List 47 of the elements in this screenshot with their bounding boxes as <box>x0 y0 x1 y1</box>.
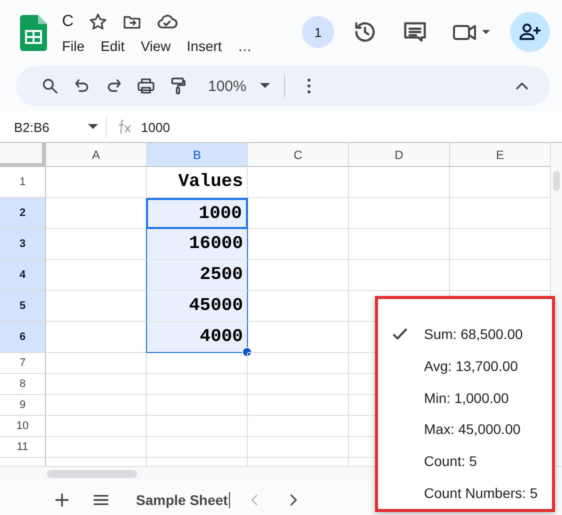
menu-item[interactable]: Count Numbers: 5 <box>424 485 538 502</box>
menu-item[interactable]: Avg: 13,700.00 <box>424 358 518 374</box>
name-box[interactable]: B2:B6 <box>14 120 106 134</box>
row-header[interactable]: 6 <box>0 322 46 353</box>
menu-item[interactable]: … <box>238 37 252 55</box>
menu-item[interactable]: File <box>62 37 85 55</box>
menu-item[interactable]: Sum: 68,500.00 <box>424 326 523 342</box>
fill-handle[interactable] <box>242 347 252 357</box>
table-cell: 1000 <box>146 198 248 229</box>
row-header[interactable]: 5 <box>0 291 46 322</box>
document-title[interactable]: C <box>62 13 74 31</box>
menu-item[interactable]: Edit <box>100 37 125 55</box>
column-header[interactable]: B <box>147 143 248 167</box>
row-header[interactable]: 8 <box>0 374 46 395</box>
row-header[interactable]: 10 <box>0 416 46 437</box>
share-button[interactable] <box>510 12 550 52</box>
column-header[interactable]: D <box>349 143 450 167</box>
table-cell: 45000 <box>146 291 248 322</box>
caret-icon <box>88 124 98 130</box>
table-cell: 2500 <box>146 260 248 291</box>
collaborator-badge[interactable]: 1 <box>302 16 334 48</box>
menu-item[interactable]: Max: 45,000.00 <box>424 421 521 438</box>
sheets-logo-icon[interactable] <box>20 15 47 51</box>
menu-item[interactable]: Min: 1,000.00 <box>424 390 509 406</box>
table-cell: 16000 <box>146 229 248 260</box>
caret-icon <box>260 83 270 89</box>
menu-item[interactable]: Insert <box>186 37 222 55</box>
row-header[interactable]: 1 <box>0 167 46 198</box>
menu-item[interactable]: Count: 5 <box>424 453 477 470</box>
row-header[interactable]: 2 <box>0 198 46 229</box>
formula-input[interactable]: 1000 <box>141 120 170 134</box>
star-icon[interactable] <box>88 12 108 32</box>
zoom-dropdown[interactable]: 100% <box>208 78 270 94</box>
search-icon[interactable] <box>40 76 60 96</box>
column-header[interactable]: A <box>46 143 147 167</box>
vertical-scrollbar[interactable] <box>553 171 560 191</box>
row-header[interactable]: 3 <box>0 229 46 260</box>
print-icon[interactable] <box>136 76 156 96</box>
row-header[interactable]: 9 <box>0 395 46 416</box>
horizontal-scrollbar[interactable] <box>47 470 137 478</box>
sheet-tab[interactable]: Sample Sheet <box>136 492 230 508</box>
menu-item[interactable]: View <box>140 37 171 55</box>
row-header[interactable]: 11 <box>0 437 46 458</box>
row-header[interactable]: 4 <box>0 260 46 291</box>
column-header[interactable]: C <box>248 143 349 167</box>
row-header[interactable]: 7 <box>0 353 46 374</box>
column-header[interactable]: E <box>450 143 550 167</box>
